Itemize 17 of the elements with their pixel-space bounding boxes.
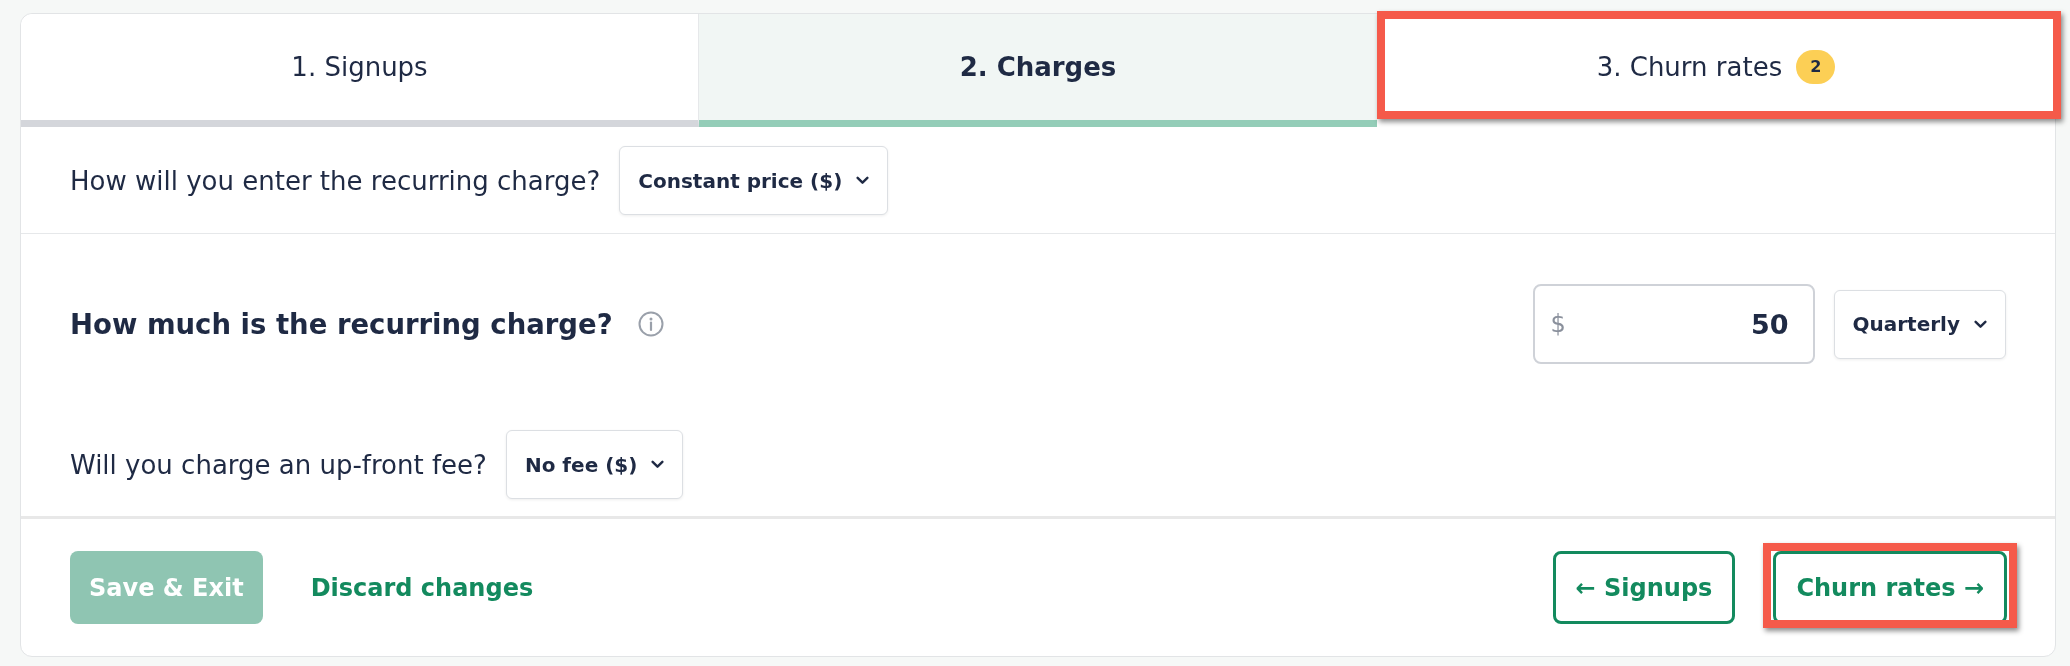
info-icon[interactable] [637, 311, 664, 337]
select-dropdown[interactable]: Constant price ($) [619, 146, 889, 215]
chevron-icon [1974, 319, 1987, 329]
select-dropdown[interactable]: No fee ($) [505, 430, 684, 499]
chevron-icon [856, 176, 870, 185]
step-tab[interactable]: 2. Charges [699, 14, 1377, 127]
question-label: How much is the recurring charge? [70, 308, 613, 340]
back-button[interactable]: ← Signups [1552, 551, 1736, 624]
count-badge: 2 [1796, 50, 1836, 84]
question-label: Will you charge an up-front fee? [70, 449, 487, 480]
currency-symbol: $ [1550, 310, 1566, 338]
discard-link[interactable]: Discard changes [310, 573, 534, 602]
period-dropdown[interactable]: Quarterly [1833, 289, 2006, 359]
chevron-icon [651, 460, 665, 469]
question-label: How will you enter the recurring charge? [70, 165, 601, 196]
amount-field[interactable]: $ 50 [1532, 284, 1815, 364]
step-tab[interactable]: 1. Signups [21, 14, 699, 127]
